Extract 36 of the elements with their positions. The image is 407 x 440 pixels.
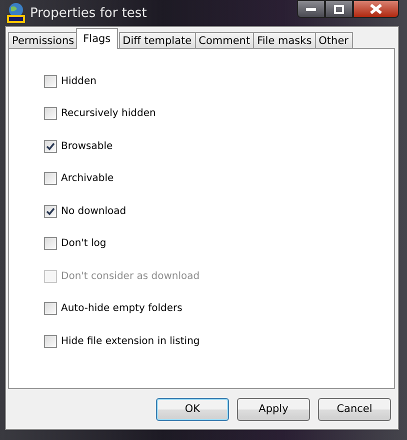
checkbox[interactable]: [44, 204, 57, 218]
checkbox-label: Don't consider as download: [61, 270, 200, 282]
minimize-icon: [306, 7, 316, 11]
dialog-button[interactable]: Apply: [237, 398, 310, 420]
maximize-button[interactable]: [325, 0, 353, 18]
check-icon: [46, 206, 55, 216]
globe-icon: [7, 3, 25, 23]
checkbox-label: No download: [61, 206, 126, 216]
checkbox[interactable]: [44, 334, 57, 348]
close-button[interactable]: [353, 0, 399, 18]
tab[interactable]: Comment: [194, 32, 254, 49]
dialog-button[interactable]: OK: [156, 398, 229, 420]
check-icon: [46, 142, 55, 150]
maximize-icon: [334, 4, 344, 14]
tab[interactable]: Diff template: [118, 32, 196, 49]
tab[interactable]: Flags: [76, 28, 118, 49]
checkbox[interactable]: [44, 140, 57, 152]
checkbox-label: Auto-hide empty folders: [61, 303, 182, 314]
checkbox-label: Hide file extension in listing: [61, 336, 200, 346]
checkbox-label: Hidden: [61, 76, 96, 86]
tab[interactable]: Other: [314, 32, 352, 49]
checkbox[interactable]: [44, 74, 57, 88]
checkbox-label: Archivable: [61, 173, 114, 184]
close-icon: [370, 4, 382, 14]
dialog-button[interactable]: Cancel: [318, 398, 391, 420]
checkbox[interactable]: [44, 302, 57, 315]
tab[interactable]: Permissions: [8, 32, 78, 49]
minimize-button[interactable]: [297, 0, 325, 18]
window-title: Properties for test: [30, 6, 147, 20]
checkbox-label: Recursively hidden: [61, 108, 156, 119]
tab[interactable]: File masks: [253, 32, 316, 49]
checkbox[interactable]: [44, 172, 57, 185]
checkbox[interactable]: [44, 237, 57, 250]
checkbox-label: Don't log: [61, 238, 106, 249]
checkbox-label: Browsable: [61, 140, 113, 152]
checkbox[interactable]: [44, 107, 57, 120]
